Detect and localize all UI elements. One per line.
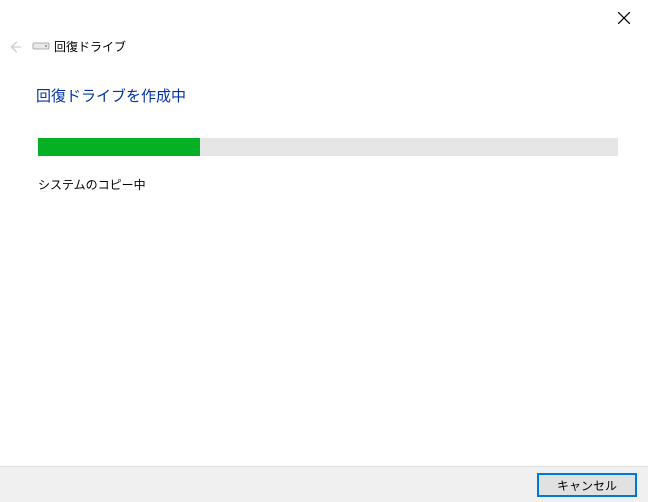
page-heading: 回復ドライブを作成中 xyxy=(36,85,186,106)
cancel-button[interactable]: キャンセル xyxy=(538,474,636,496)
progress-fill xyxy=(38,138,200,156)
back-button xyxy=(8,40,24,56)
progress-bar xyxy=(38,138,618,156)
close-icon xyxy=(618,12,630,24)
back-arrow-icon xyxy=(8,40,22,54)
footer-bar: キャンセル xyxy=(0,466,648,502)
drive-icon xyxy=(32,40,50,52)
close-button[interactable] xyxy=(614,8,634,28)
status-text: システムのコピー中 xyxy=(38,176,146,193)
window-title: 回復ドライブ xyxy=(54,38,126,55)
